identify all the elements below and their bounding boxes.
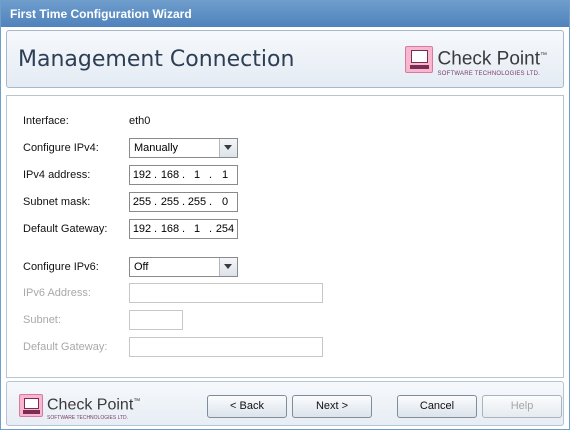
check-point-logo-icon [404, 46, 433, 73]
help-button[interactable]: Help [482, 395, 562, 418]
gateway-octet-3[interactable]: 1 [186, 223, 208, 235]
ipv6-subnet-label: Subnet: [23, 314, 61, 326]
gateway-octet-1[interactable]: 192 [131, 223, 153, 235]
page-title: Management Connection [18, 47, 295, 72]
wizard-window: First Time Configuration Wizard Manageme… [0, 0, 570, 430]
logo-name: Check Point™ [437, 48, 547, 70]
mask-octet-4[interactable]: 0 [214, 196, 236, 208]
configure-ipv4-value: Manually [134, 142, 179, 154]
check-point-logo: Check Point™ SOFTWARE TECHNOLOGIES LTD. [19, 394, 140, 421]
mask-octet-3[interactable]: 255 [186, 196, 208, 208]
ipv4-address-field[interactable]: 192 . 168 . 1 . 1 [129, 165, 238, 185]
configure-ipv6-select[interactable]: Off [129, 257, 238, 277]
ipv4-octet-1[interactable]: 192 [131, 169, 153, 181]
back-button[interactable]: < Back [207, 395, 287, 418]
configure-ipv6-label: Configure IPv6: [23, 261, 99, 273]
ipv4-octet-2[interactable]: 168 [159, 169, 181, 181]
ipv4-octet-3[interactable]: 1 [186, 169, 208, 181]
check-point-logo-icon [19, 394, 43, 417]
default-gateway-label: Default Gateway: [23, 223, 108, 235]
configure-ipv6-value: Off [134, 261, 149, 273]
ipv6-gateway-label: Default Gateway: [23, 341, 108, 353]
mask-octet-2[interactable]: 255 [159, 196, 181, 208]
logo-name: Check Point™ [47, 396, 141, 414]
logo-subtitle: SOFTWARE TECHNOLOGIES LTD. [47, 415, 129, 422]
configure-ipv4-label: Configure IPv4: [23, 142, 99, 154]
wizard-footer: Check Point™ SOFTWARE TECHNOLOGIES LTD. … [6, 381, 564, 426]
ipv6-subnet-input [129, 310, 183, 330]
default-gateway-field[interactable]: 192 . 168 . 1 . 254 [129, 219, 238, 239]
check-point-logo: Check Point™ SOFTWARE TECHNOLOGIES LTD. [404, 46, 547, 78]
window-title: First Time Configuration Wizard [1, 1, 569, 27]
next-button[interactable]: Next > [292, 395, 372, 418]
ipv6-address-input [129, 283, 323, 303]
logo-subtitle: SOFTWARE TECHNOLOGIES LTD. [437, 71, 540, 78]
interface-label: Interface: [23, 115, 69, 127]
form-panel: Interface: eth0 Configure IPv4: Manually… [6, 95, 564, 378]
ipv6-address-label: IPv6 Address: [23, 287, 91, 299]
gateway-octet-2[interactable]: 168 [159, 223, 181, 235]
mask-octet-1[interactable]: 255 [131, 196, 153, 208]
chevron-down-icon[interactable] [219, 139, 237, 157]
ipv4-address-label: IPv4 address: [23, 169, 91, 181]
chevron-down-icon[interactable] [219, 258, 237, 276]
subnet-mask-field[interactable]: 255 . 255 . 255 . 0 [129, 192, 238, 212]
interface-value: eth0 [129, 115, 151, 127]
ipv6-gateway-input [129, 337, 323, 357]
subnet-mask-label: Subnet mask: [23, 196, 91, 208]
ipv4-octet-4[interactable]: 1 [214, 169, 236, 181]
wizard-header: Management Connection Check Point™ SOFTW… [6, 30, 564, 88]
gateway-octet-4[interactable]: 254 [214, 223, 236, 235]
cancel-button[interactable]: Cancel [397, 395, 477, 418]
configure-ipv4-select[interactable]: Manually [129, 138, 238, 158]
